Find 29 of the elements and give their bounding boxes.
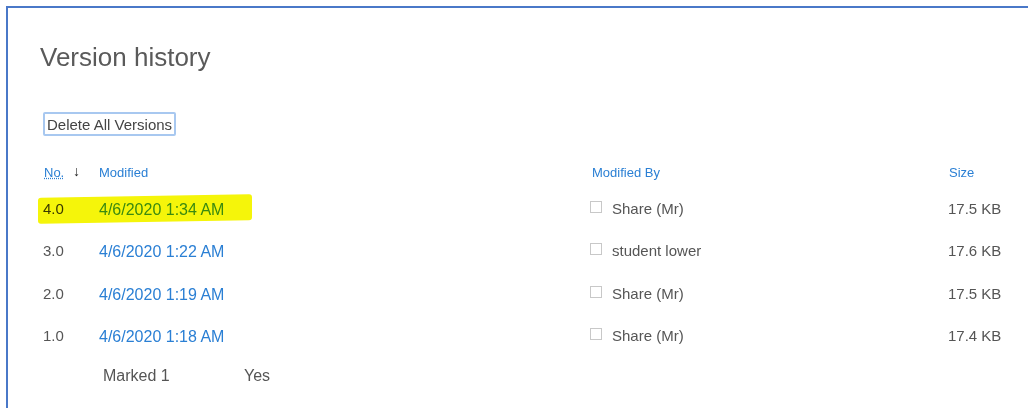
checkbox[interactable] xyxy=(590,328,602,340)
modified-by-name: Share (Mr) xyxy=(612,199,684,219)
modified-by-name: Share (Mr) xyxy=(612,284,684,304)
version-date-link[interactable]: 4/6/2020 1:19 AM xyxy=(99,283,225,307)
marked-value: Yes xyxy=(244,366,271,386)
version-date-link[interactable]: 4/6/2020 1:22 AM xyxy=(99,240,225,264)
version-number: 1.0 xyxy=(43,326,64,346)
file-size: 17.6 KB xyxy=(948,241,1002,261)
file-size: 17.5 KB xyxy=(948,284,1002,304)
marked-label: Marked 1 xyxy=(103,366,170,386)
modified-by-name: student lower xyxy=(612,241,702,261)
checkbox[interactable] xyxy=(590,243,602,255)
sort-arrow: ↓ xyxy=(73,162,80,181)
modified-by-name: Share (Mr) xyxy=(612,326,684,346)
checkbox[interactable] xyxy=(590,201,602,213)
version-number: 2.0 xyxy=(43,284,64,304)
file-size: 17.5 KB xyxy=(948,199,1002,219)
column-header[interactable]: Modified By xyxy=(592,163,660,183)
checkbox[interactable] xyxy=(590,286,602,298)
column-header[interactable]: No. xyxy=(44,163,65,183)
version-number: 3.0 xyxy=(43,241,64,261)
column-header[interactable]: Modified xyxy=(99,163,149,183)
version-date-link[interactable]: 4/6/2020 1:34 AM xyxy=(99,198,225,222)
dialog-title: Version history xyxy=(40,41,211,74)
column-header[interactable]: Size xyxy=(949,163,975,183)
version-number: 4.0 xyxy=(43,199,64,219)
version-date-link[interactable]: 4/6/2020 1:18 AM xyxy=(99,325,225,349)
delete-all-versions-button[interactable]: Delete All Versions xyxy=(43,112,177,136)
file-size: 17.4 KB xyxy=(948,326,1002,346)
